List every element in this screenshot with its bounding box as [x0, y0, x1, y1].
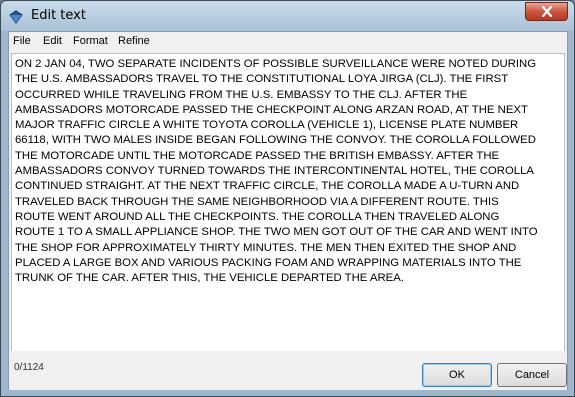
- title-bar[interactable]: Edit text: [1, 1, 574, 31]
- text-line: THE MOTORCADE UNTIL THE MOTORCADE PASSED…: [15, 149, 500, 162]
- menu-bar: File Edit Format Refine: [9, 32, 567, 52]
- window-title: Edit text: [31, 8, 86, 23]
- editor-text: ON 2 JAN 04, TWO SEPARATE INCIDENTS OF P…: [15, 57, 550, 286]
- ok-button[interactable]: OK: [422, 363, 492, 387]
- text-line: ROUTE WENT AROUND ALL THE CHECKPOINTS. T…: [15, 210, 500, 223]
- diamond-icon: [8, 9, 24, 24]
- menu-edit[interactable]: Edit: [43, 35, 62, 47]
- edit-text-dialog: Edit text File Edit Format Refine ON 2 J…: [0, 0, 575, 397]
- text-line: THE U.S. AMBASSADORS TRAVEL TO THE CONST…: [15, 73, 509, 86]
- text-editor[interactable]: ON 2 JAN 04, TWO SEPARATE INCIDENTS OF P…: [11, 53, 565, 381]
- dialog-content: File Edit Format Refine ON 2 JAN 04, TWO…: [8, 31, 568, 390]
- close-button[interactable]: [525, 2, 568, 21]
- text-line: AMBASSADORS CONVOY TURNED TOWARDS THE IN…: [15, 165, 534, 178]
- close-icon: [541, 6, 553, 17]
- text-line: TRUNK OF THE CAR. AFTER THIS, THE VEHICL…: [15, 272, 404, 285]
- text-line: 66118, WITH TWO MALES INSIDE BEGAN FOLLO…: [15, 134, 536, 147]
- text-line: THE SHOP FOR APPROXIMATELY THIRTY MINUTE…: [15, 241, 517, 254]
- cancel-button[interactable]: Cancel: [497, 363, 567, 387]
- text-line: CONTINUED STRAIGHT. AT THE NEXT TRAFFIC …: [15, 180, 520, 193]
- text-line: PLACED A LARGE BOX AND VARIOUS PACKING F…: [15, 256, 522, 269]
- text-line: ON 2 JAN 04, TWO SEPARATE INCIDENTS OF P…: [15, 58, 537, 70]
- menu-refine[interactable]: Refine: [118, 35, 150, 47]
- text-line: OCCURRED WHILE TRAVELING FROM THE U.S. E…: [15, 88, 468, 101]
- menu-format[interactable]: Format: [73, 35, 108, 47]
- text-line: AMBASSADORS MOTORCADE PASSED THE CHECKPO…: [15, 103, 528, 116]
- character-count: 0/1124: [14, 362, 44, 373]
- text-line: ROUTE 1 TO A SMALL APPLIANCE SHOP. THE T…: [15, 226, 538, 239]
- dialog-footer: 0/1124 OK Cancel: [9, 351, 567, 390]
- text-line: MAJOR TRAFFIC CIRCLE A WHITE TOYOTA CORO…: [15, 119, 519, 132]
- menu-file[interactable]: File: [13, 35, 31, 47]
- text-line: TRAVELED BACK THROUGH THE SAME NEIGHBORH…: [15, 195, 499, 208]
